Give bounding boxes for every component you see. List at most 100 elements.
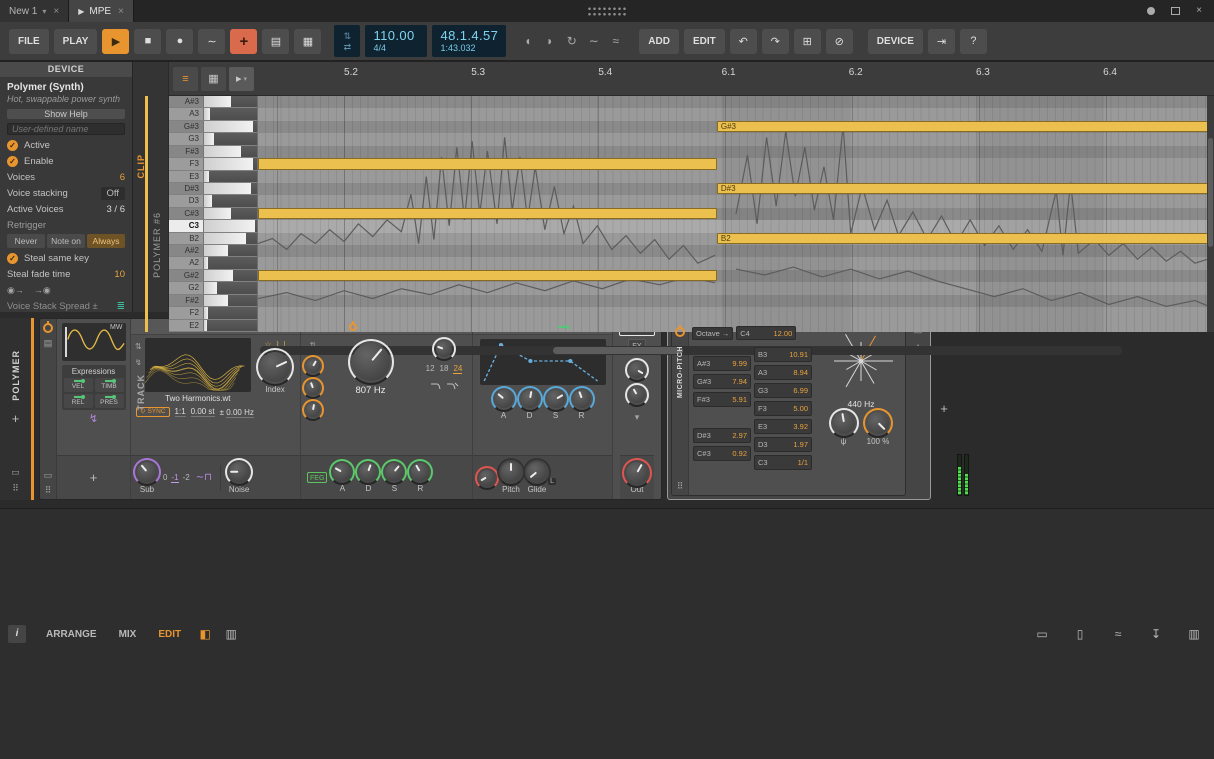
filter-power-button[interactable] <box>349 323 357 331</box>
dual-panel-icon[interactable]: ▥ <box>219 627 243 641</box>
timeline-label[interactable]: 6.2 <box>849 67 863 78</box>
piano-key-D#3[interactable]: D#3 <box>169 183 257 195</box>
redo-button[interactable]: ↷ <box>762 29 789 54</box>
monitor-icon[interactable]: ▭ <box>11 467 20 478</box>
piano-key-A2[interactable]: A2 <box>169 257 257 269</box>
mod-sources-icon[interactable]: ◉→ <box>7 285 24 296</box>
filter-keytrack-knob[interactable] <box>306 381 320 395</box>
r-knob[interactable] <box>573 390 591 408</box>
timeline-ruler[interactable]: 5.25.35.46.16.26.36.4 <box>258 62 1214 95</box>
mod-targets-icon[interactable]: →◉ <box>34 285 51 296</box>
chevron-down-icon[interactable]: ▾ <box>635 412 640 422</box>
record-button[interactable]: ● <box>166 29 193 54</box>
enable-toggle[interactable]: ✓Enable <box>0 153 132 169</box>
device-menu-button[interactable]: DEVICE <box>868 29 923 54</box>
restore-icon[interactable] <box>1171 7 1180 15</box>
piano-key-F2[interactable]: F2 <box>169 307 257 319</box>
tab-mix[interactable]: MIX <box>109 629 147 640</box>
sub-knob[interactable] <box>137 462 157 482</box>
panel-layout-icon[interactable]: ◧ <box>193 627 217 641</box>
piano-key-F3[interactable]: F3 <box>169 158 257 170</box>
unison-icon[interactable]: ⇅ <box>135 342 142 352</box>
sub-waveform-icons[interactable]: ∼⊓ <box>196 472 212 483</box>
filter-slope-option[interactable]: 12 <box>426 364 435 374</box>
midi-note[interactable] <box>258 208 717 219</box>
output-volume-knob[interactable] <box>626 462 648 484</box>
time-signature-value[interactable]: 4/4 <box>373 43 419 53</box>
browser-download-icon[interactable]: ↧ <box>1144 627 1168 641</box>
filter-slope-option[interactable]: 18 <box>440 364 449 374</box>
horizontal-scroll-thumb[interactable] <box>553 347 682 354</box>
tuning-E3[interactable]: E33.92 <box>754 419 812 434</box>
retrigger-option-never[interactable]: Never <box>7 234 45 248</box>
tuning-D3[interactable]: D31.97 <box>754 437 812 452</box>
chevron-down-icon[interactable]: ▾ <box>42 7 46 16</box>
tuning-A#3[interactable]: A#39.99 <box>693 356 751 371</box>
midi-note[interactable]: G#3 <box>717 121 1209 132</box>
mod-output-icon[interactable]: ↯ <box>89 414 98 424</box>
expression-slot-timb[interactable]: TIMB <box>95 378 124 392</box>
timeline-label[interactable]: 6.3 <box>976 67 990 78</box>
piano-key-B2[interactable]: B2 <box>169 233 257 245</box>
punch-out-icon[interactable]: ◗ <box>541 34 558 48</box>
drag-handle-icon[interactable]: ⠿ <box>12 483 19 494</box>
sub-octave-option[interactable]: 0 <box>163 473 167 483</box>
project-tab-mpe[interactable]: ▶ MPE × <box>69 0 134 22</box>
piano-key-G#2[interactable]: G#2 <box>169 270 257 282</box>
add-module-button[interactable]: + <box>86 470 102 486</box>
file-menu-button[interactable]: FILE <box>9 29 49 54</box>
device-power-button[interactable] <box>675 327 685 337</box>
tuning-F3[interactable]: F35.00 <box>754 401 812 416</box>
drag-handle-icon[interactable]: ⠿ <box>677 481 684 491</box>
reference-frequency[interactable]: 440 Hz <box>848 399 875 409</box>
loop-icon[interactable]: ↻ <box>563 34 580 48</box>
sub-octave-option[interactable]: -1 <box>171 473 178 483</box>
tuning-A3[interactable]: A38.94 <box>754 365 812 380</box>
lane-menu-button[interactable]: ≡ <box>173 67 198 91</box>
undo-button[interactable]: ↶ <box>730 29 757 54</box>
tuning-C#3[interactable]: C#30.92 <box>693 446 751 461</box>
steal-fade-time-row[interactable]: Steal fade time10 <box>0 266 132 282</box>
track-header-column[interactable]: POLYMER + ▭ ⠿ <box>0 318 34 500</box>
tempo-value[interactable]: 110.00 <box>373 29 419 43</box>
add-device-button[interactable]: + <box>936 401 952 417</box>
automation-follow-icon[interactable]: ∼ <box>585 34 602 48</box>
add-track-device-button[interactable]: + <box>8 411 24 427</box>
filter-slope-option[interactable]: 24 <box>453 364 462 374</box>
expression-slot-rel[interactable]: REL <box>64 394 93 408</box>
device-power-button[interactable] <box>43 323 53 333</box>
preset-browse-icon[interactable]: ▤ <box>44 338 53 348</box>
project-panel-icon[interactable]: ▯ <box>1068 627 1092 641</box>
retrigger-option-always[interactable]: Always <box>87 234 125 248</box>
play-button[interactable]: ▶ <box>102 29 129 54</box>
d-knob[interactable] <box>521 390 539 408</box>
tab-edit[interactable]: EDIT <box>148 629 191 640</box>
wavetable-preset-name[interactable]: Two Harmonics.wt <box>145 392 251 403</box>
tuning-F#3[interactable]: F#35.91 <box>693 392 751 407</box>
piano-key-D3[interactable]: D3 <box>169 195 257 207</box>
duplicate-button[interactable]: ⊞ <box>794 29 821 54</box>
filter-eg-badge[interactable]: FEG <box>307 472 327 483</box>
filter-cutoff-knob[interactable] <box>352 343 390 381</box>
keyboard-spread-knob[interactable] <box>833 412 855 434</box>
midi-note[interactable]: B2 <box>717 233 1209 244</box>
drag-handle-icon[interactable]: ⠿ <box>45 485 52 495</box>
project-tab-new1[interactable]: New 1 ▾ × <box>0 0 69 22</box>
scale-wheel-display[interactable] <box>819 326 903 398</box>
device-name-input[interactable] <box>7 123 125 135</box>
freq-offset-value[interactable]: ± 0.00 Hz <box>220 408 254 417</box>
s-knob[interactable] <box>385 463 403 481</box>
tuning-C3[interactable]: C31/1 <box>754 455 812 470</box>
expression-slot-vel[interactable]: VEL <box>64 378 93 392</box>
timeline-label[interactable]: 6.1 <box>722 67 736 78</box>
piano-key-E3[interactable]: E3 <box>169 171 257 183</box>
voices-row[interactable]: Voices6 <box>0 169 132 185</box>
phase-random-icon[interactable]: ↯ <box>135 358 142 368</box>
fill-mode-button[interactable]: + <box>230 29 257 54</box>
tab-arrange[interactable]: ARRANGE <box>36 629 107 640</box>
position-display[interactable]: 48.1.4.57 1:43.032 <box>432 25 506 57</box>
transport-mode-icons[interactable]: ⇅⇄ <box>334 25 360 57</box>
piano-key-G#3[interactable]: G#3 <box>169 121 257 133</box>
steal-same-key-toggle[interactable]: ✓Steal same key <box>0 250 132 266</box>
edit-menu-button[interactable]: EDIT <box>684 29 725 54</box>
